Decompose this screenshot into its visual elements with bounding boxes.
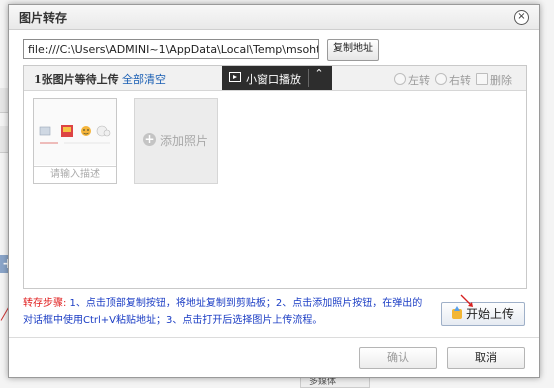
rotate-left-button[interactable]: 左转: [394, 72, 430, 88]
cancel-button[interactable]: 取消: [447, 347, 525, 369]
copy-address-button[interactable]: 复制地址: [327, 39, 379, 61]
rotate-right-icon: [435, 73, 447, 85]
rotate-left-icon: [394, 73, 406, 85]
dialog-title: 图片转存: [19, 11, 68, 25]
add-photo-icon: +: [143, 132, 156, 146]
add-photo-label: 添加照片: [160, 134, 209, 148]
upload-icon: [452, 306, 462, 319]
annotation-arrow-icon: [460, 294, 473, 307]
rotate-right-button[interactable]: 右转: [435, 72, 471, 88]
mini-window-player[interactable]: 小窗口播放 ⌃: [222, 66, 332, 90]
clear-all-link[interactable]: 全部清空: [122, 71, 166, 87]
image-transfer-dialog: 图片转存 × file:///C:\Users\ADMINI~1\AppData…: [8, 4, 540, 378]
confirm-button[interactable]: 确认: [359, 347, 437, 369]
file-address-input[interactable]: file:///C:\Users\ADMINI~1\AppData\Local\…: [23, 39, 319, 59]
footer-divider: [9, 337, 539, 338]
transfer-steps-text: 转存步骤: 1、点击顶部复制按钮，将地址复制到剪贴板；2、点击添加照片按钮，在弹…: [23, 295, 423, 329]
photo-thumbnail[interactable]: 请输入描述: [33, 98, 117, 184]
thumbnail-image: [34, 99, 116, 165]
dialog-titlebar: 图片转存 ×: [9, 5, 539, 30]
delete-icon: [476, 73, 488, 85]
transfer-steps-label: 转存步骤:: [23, 298, 67, 309]
close-icon[interactable]: ×: [514, 10, 529, 25]
player-separator: [308, 69, 309, 87]
mini-window-label: 小窗口播放: [246, 73, 301, 86]
transfer-steps-body: 1、点击顶部复制按钮，将地址复制到剪贴板；2、点击添加照片按钮，在弹出的对话框中…: [23, 298, 423, 326]
upload-panel: 1张图片等待上传 全部清空 小窗口播放 ⌃ 左转 右转 删除 请输入描述 + 添…: [23, 65, 527, 289]
mini-window-icon: [229, 72, 241, 82]
rotate-right-label: 右转: [449, 74, 471, 87]
start-upload-button[interactable]: 开始上传: [441, 302, 525, 326]
delete-button[interactable]: 删除: [476, 72, 512, 88]
collapse-icon[interactable]: ⌃: [313, 68, 325, 79]
upload-toolbar: 1张图片等待上传 全部清空 小窗口播放 ⌃ 左转 右转 删除: [24, 66, 526, 91]
rotate-left-label: 左转: [408, 74, 430, 87]
add-photo-button[interactable]: + 添加照片: [134, 98, 218, 184]
pending-count: 1张图片等待上传: [34, 73, 119, 86]
delete-label: 删除: [490, 74, 512, 87]
photo-description-input[interactable]: 请输入描述: [34, 166, 116, 183]
